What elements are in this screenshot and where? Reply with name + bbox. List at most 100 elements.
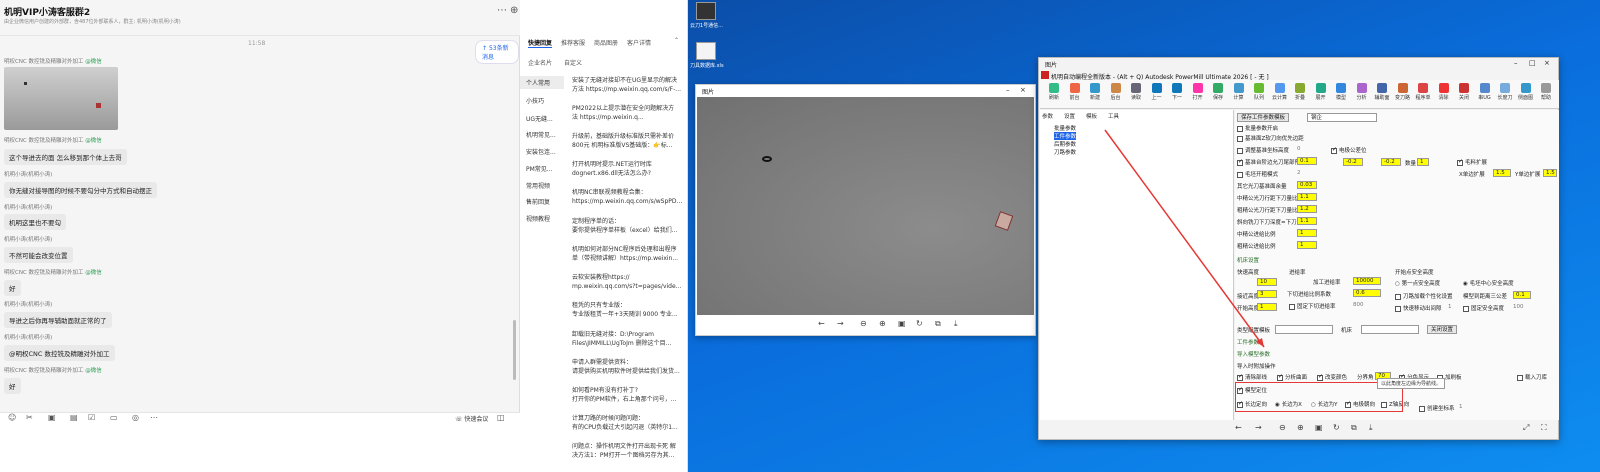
fit-icon[interactable]: ▣ xyxy=(1315,423,1323,432)
ribbon-button[interactable]: 折叠 xyxy=(1290,83,1310,101)
subtab-card[interactable]: 企业名片 xyxy=(528,58,552,67)
zoom-in-icon[interactable]: ⊕ xyxy=(1297,423,1304,432)
offset-y-field[interactable]: -0.2 xyxy=(1381,158,1401,166)
op-check[interactable]: 分析曲面 xyxy=(1277,373,1307,381)
ribbon-button[interactable]: 上一 xyxy=(1147,83,1167,101)
ribbon-button[interactable]: 队列 xyxy=(1249,83,1269,101)
more-tools-icon[interactable]: ⋯ xyxy=(150,413,158,422)
sidebar-toggle-icon[interactable]: ◫ xyxy=(497,413,505,422)
reply-item[interactable]: 如何看PM有没有打补丁? 打开你的PM软件，右上角那个问号，... xyxy=(572,386,684,404)
zoom-out-icon[interactable]: ⊖ xyxy=(1279,423,1286,432)
fit-icon[interactable]: ▣ xyxy=(898,319,906,328)
chat-scrollbar[interactable] xyxy=(513,320,516,380)
tree-item[interactable]: 后期参数 xyxy=(1054,140,1076,148)
blank-expand-check[interactable]: 毛料扩展 xyxy=(1457,158,1487,166)
maximize-icon[interactable]: □ xyxy=(1529,59,1536,67)
param-value[interactable]: 1 xyxy=(1297,241,1317,249)
category-item[interactable]: 个人常用 xyxy=(520,76,564,89)
fix-safe-check[interactable]: 固定安全高度 xyxy=(1463,304,1504,312)
collapse-icon[interactable]: ⌃ xyxy=(674,37,679,44)
ribbon-button[interactable]: 保存 xyxy=(1208,83,1228,101)
param-row[interactable]: 基准台阶边允刀尾部预留 xyxy=(1237,158,1306,166)
category-item[interactable]: 常用视频 xyxy=(526,181,550,190)
excel-file-icon[interactable] xyxy=(696,42,716,60)
tool-param-section[interactable]: 工件参数 xyxy=(1237,338,1259,346)
offset-check[interactable]: 电极公差位 xyxy=(1331,146,1367,154)
approach-field[interactable]: 3 xyxy=(1257,290,1277,298)
ribbon-button[interactable]: 模型 xyxy=(1331,83,1351,101)
param-value[interactable]: 1.2 xyxy=(1297,205,1317,213)
op-check[interactable]: 载入刀库 xyxy=(1517,373,1547,381)
quick-meeting-button[interactable]: ☏ 快速会议 xyxy=(455,414,488,423)
category-item[interactable]: 视频教程 xyxy=(526,214,550,223)
tab-products[interactable]: 商品图册 xyxy=(594,38,618,47)
video-icon[interactable]: ◎ xyxy=(132,413,139,422)
template-select[interactable]: 钢企 xyxy=(1307,113,1377,122)
tab-params[interactable]: 参数 xyxy=(1042,112,1053,120)
app-shortcut-icon[interactable] xyxy=(696,2,716,20)
category-item[interactable]: 机明常见... xyxy=(526,130,556,139)
rotate-icon[interactable]: ↻ xyxy=(1333,423,1340,432)
emoji-icon[interactable]: ☺ xyxy=(8,413,16,422)
prev-icon[interactable]: ← xyxy=(818,319,825,328)
ribbon-button[interactable]: 新建 xyxy=(1085,83,1105,101)
reply-item[interactable]: 升级前，基础版升级标准版只需补差价 800元 机明标准版VS基础版：👉标... xyxy=(572,132,684,150)
rotate-icon[interactable]: ↻ xyxy=(916,319,923,328)
category-item[interactable]: PM常见... xyxy=(526,164,553,173)
ribbon-button[interactable]: 侧面图 xyxy=(1516,83,1536,101)
tool-check[interactable]: 刀路加载个性化设置 xyxy=(1395,292,1453,300)
category-item[interactable]: UG无缝... xyxy=(526,114,553,123)
ribbon-button[interactable]: 云计算 xyxy=(1270,83,1290,101)
param-row[interactable]: 批量参数开启 xyxy=(1237,124,1278,132)
tab-tools[interactable]: 工具 xyxy=(1108,112,1119,120)
machine-cfg-select[interactable] xyxy=(1275,325,1333,334)
zoom-in-icon[interactable]: ⊕ xyxy=(879,319,886,328)
more-icon[interactable]: ⋯ xyxy=(497,5,507,16)
zoom-out-icon[interactable]: ⊖ xyxy=(860,319,867,328)
minimize-icon[interactable]: – xyxy=(1006,86,1010,94)
reply-item[interactable]: 租凭的只有专业版： 专业版租赁一年+3天随训 9000 专业... xyxy=(572,301,684,319)
tree-item[interactable]: 刀路参数 xyxy=(1054,148,1076,156)
reply-item[interactable]: 卸载旧无缝对接：D:\Program Files\JIMMILL\UgToJm 删… xyxy=(572,330,684,348)
start-field[interactable]: 1 xyxy=(1257,303,1277,311)
tab-recommend[interactable]: 推荐客服 xyxy=(561,38,585,47)
ribbon-button[interactable]: 程序单 xyxy=(1413,83,1433,101)
expand-icon[interactable]: ⤢ xyxy=(1523,423,1529,433)
download-icon[interactable]: ⤓ xyxy=(954,319,958,329)
ribbon-button[interactable]: 刷新 xyxy=(1044,83,1064,101)
category-item[interactable]: 售前回复 xyxy=(526,197,550,206)
ribbon-button[interactable]: 关闭 xyxy=(1454,83,1474,101)
safe-height-field[interactable]: 10 xyxy=(1257,278,1277,286)
reply-item[interactable]: 问题点：操作机明文件打开出现卡死 解决方法1：PM打开一个图档另存为其... xyxy=(572,442,684,460)
ribbon-button[interactable]: 前台 xyxy=(1065,83,1085,101)
op-check[interactable]: 清除部线 xyxy=(1237,373,1267,381)
reply-item[interactable]: 申请入群需提供资料： 请提供购买机明软件时提供给我们发货... xyxy=(572,358,684,376)
copy-icon[interactable]: ⧉ xyxy=(935,319,941,329)
model-dist-field[interactable]: 0.1 xyxy=(1513,291,1531,299)
close-icon[interactable]: × xyxy=(1020,86,1026,94)
tab-customer[interactable]: 客户详情 xyxy=(627,38,651,47)
tree-item[interactable]: 批量参数 xyxy=(1054,124,1076,132)
ribbon-button[interactable]: 变刀路 xyxy=(1393,83,1413,101)
offset-x-field[interactable]: -0.2 xyxy=(1343,158,1363,166)
reply-item[interactable]: 机明NC串联视频教程合集： https://mp.weixin.qq.com/s/… xyxy=(572,188,684,206)
x-expand-field[interactable]: 1.5 xyxy=(1493,169,1511,177)
ribbon-button[interactable]: 读取 xyxy=(1126,83,1146,101)
radio-first-point[interactable]: ○ 第一点安全高度 xyxy=(1395,279,1440,287)
param-value[interactable]: 1.1 xyxy=(1297,217,1317,225)
add-member-icon[interactable]: ⊕ xyxy=(510,5,518,16)
image-message[interactable] xyxy=(4,67,118,130)
next-icon[interactable]: → xyxy=(837,319,844,328)
tab-quick-reply[interactable]: 快捷回复 xyxy=(528,38,553,48)
tree-item-selected[interactable]: 工件参数 xyxy=(1054,132,1077,140)
param-row[interactable]: 毛坯开粗模式 xyxy=(1237,170,1278,178)
save-template-button[interactable]: 保存工件参数模板 xyxy=(1237,113,1290,122)
qty-field[interactable]: 1 xyxy=(1417,158,1429,166)
category-item[interactable]: 安装包连... xyxy=(526,147,556,156)
y-expand-field[interactable]: 1.5 xyxy=(1543,169,1557,177)
reply-item[interactable]: 打开机明时提示.NET运行时库 dognert.x86.dll无法怎么办? xyxy=(572,160,684,178)
create-coord-check[interactable]: 创建坐标系 xyxy=(1419,404,1455,412)
tab-template[interactable]: 模板 xyxy=(1086,112,1097,120)
machine-select[interactable] xyxy=(1361,325,1419,334)
category-item[interactable]: 小技巧 xyxy=(526,96,544,105)
